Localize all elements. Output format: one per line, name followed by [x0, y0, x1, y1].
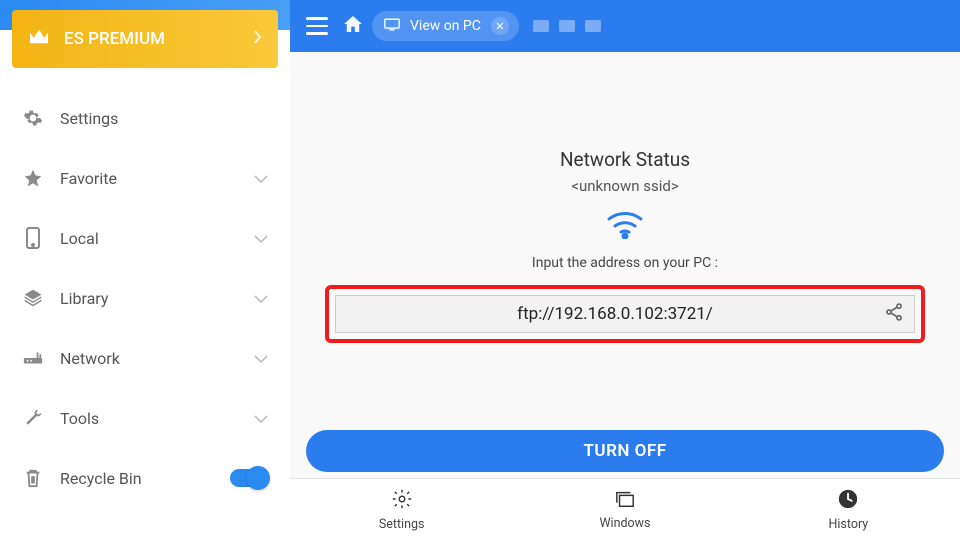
sidebar-item-label: Settings: [60, 109, 268, 128]
bottom-nav-label: Windows: [599, 516, 650, 531]
trash-icon: [22, 468, 44, 488]
windows-stack-icon: [614, 489, 636, 513]
sidebar-item-library[interactable]: Library: [0, 268, 290, 328]
network-ssid: <unknown ssid>: [571, 177, 678, 195]
ftp-address-text: ftp://192.168.0.102:3721/: [346, 304, 884, 324]
topbar-placeholders: [533, 20, 601, 32]
wrench-icon: [22, 408, 44, 428]
chevron-down-icon: [254, 409, 268, 428]
recycle-bin-toggle[interactable]: [230, 469, 268, 487]
bottom-nav-settings[interactable]: Settings: [290, 479, 513, 540]
gear-icon: [22, 108, 44, 128]
share-icon[interactable]: [884, 302, 904, 327]
sidebar-item-settings[interactable]: Settings: [0, 88, 290, 148]
history-icon: [837, 488, 859, 514]
phone-icon: [22, 227, 44, 249]
tab-view-on-pc[interactable]: View on PC ✕: [372, 11, 519, 41]
ftp-address-box[interactable]: ftp://192.168.0.102:3721/: [335, 295, 915, 333]
chevron-down-icon: [254, 349, 268, 368]
sidebar-item-label: Library: [60, 289, 254, 308]
main-panel: View on PC ✕ Network Status <unknown ssi…: [290, 0, 960, 540]
sidebar-item-network[interactable]: Network: [0, 328, 290, 388]
sidebar-item-label: Network: [60, 349, 254, 368]
router-icon: [22, 350, 44, 366]
premium-label: ES PREMIUM: [64, 29, 165, 49]
layers-icon: [22, 288, 44, 308]
premium-banner[interactable]: ES PREMIUM: [12, 10, 278, 68]
sidebar-menu: Settings Favorite Local Library: [0, 68, 290, 540]
sidebar-item-tools[interactable]: Tools: [0, 388, 290, 448]
bottom-nav-windows[interactable]: Windows: [513, 479, 736, 540]
monitor-icon: [384, 18, 400, 35]
bottom-nav: Settings Windows History: [290, 478, 960, 540]
chevron-down-icon: [254, 229, 268, 248]
turn-off-button[interactable]: TURN OFF: [306, 430, 944, 472]
crown-icon: [28, 28, 50, 51]
chevron-right-icon: [254, 29, 262, 49]
input-prompt: Input the address on your PC :: [532, 255, 718, 271]
chevron-down-icon: [254, 289, 268, 308]
sidebar: ES PREMIUM Settings Favorite Local: [0, 0, 290, 540]
sidebar-item-label: Tools: [60, 409, 254, 428]
home-icon[interactable]: [344, 16, 362, 36]
sidebar-item-recycle-bin[interactable]: Recycle Bin: [0, 448, 290, 508]
address-highlight: ftp://192.168.0.102:3721/: [325, 285, 925, 343]
gear-icon: [391, 488, 413, 514]
network-status-title: Network Status: [560, 148, 690, 171]
sidebar-item-label: Recycle Bin: [60, 469, 230, 488]
sidebar-item-local[interactable]: Local: [0, 208, 290, 268]
star-icon: [22, 168, 44, 188]
close-tab-button[interactable]: ✕: [491, 17, 509, 35]
topbar: View on PC ✕: [290, 0, 960, 52]
bottom-nav-history[interactable]: History: [737, 479, 960, 540]
sidebar-item-favorite[interactable]: Favorite: [0, 148, 290, 208]
tab-label: View on PC: [410, 18, 481, 34]
bottom-nav-label: History: [828, 517, 868, 532]
chevron-down-icon: [254, 169, 268, 188]
wifi-icon: [605, 209, 645, 243]
bottom-nav-label: Settings: [379, 517, 425, 532]
sidebar-item-label: Favorite: [60, 169, 254, 188]
sidebar-item-label: Local: [60, 229, 254, 248]
content-area: Network Status <unknown ssid> Input the …: [290, 52, 960, 540]
menu-button[interactable]: [300, 17, 334, 35]
